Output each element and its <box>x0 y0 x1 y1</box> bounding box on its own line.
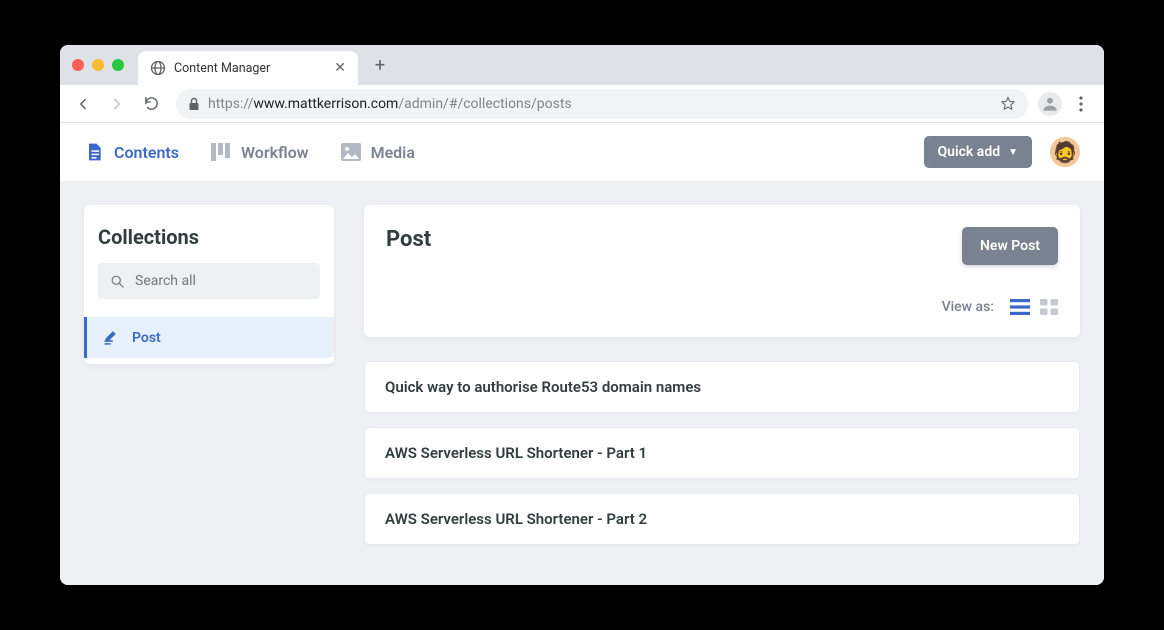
browser-tabbar: Content Manager ✕ + <box>60 45 1104 85</box>
collection-list: Post <box>84 317 334 364</box>
list-view-icon[interactable] <box>1010 299 1030 315</box>
back-button[interactable] <box>68 89 98 119</box>
image-icon <box>341 143 361 161</box>
search-input[interactable] <box>135 273 313 289</box>
post-item[interactable]: AWS Serverless URL Shortener - Part 2 <box>364 493 1080 545</box>
reload-button[interactable] <box>136 89 166 119</box>
grid-view-icon[interactable] <box>1040 299 1058 315</box>
app-body: Collections Post Post <box>60 181 1104 585</box>
profile-avatar[interactable] <box>1038 92 1062 116</box>
card-header: Post New Post <box>386 227 1058 265</box>
new-post-button[interactable]: New Post <box>962 227 1058 265</box>
search-icon <box>110 274 125 289</box>
columns-icon <box>211 143 231 161</box>
post-title: Quick way to authorise Route53 domain na… <box>385 378 701 396</box>
nav-label: Media <box>371 143 415 162</box>
sidebar: Collections Post <box>84 205 334 364</box>
browser-tab[interactable]: Content Manager ✕ <box>138 51 358 85</box>
content-card: Post New Post View as: <box>364 205 1080 337</box>
tab-title: Content Manager <box>174 61 326 76</box>
browser-menu-button[interactable] <box>1066 96 1096 112</box>
sidebar-header: Collections <box>84 205 334 263</box>
main-content: Post New Post View as: <box>364 205 1080 561</box>
chevron-down-icon: ▼ <box>1008 147 1018 158</box>
post-item[interactable]: AWS Serverless URL Shortener - Part 1 <box>364 427 1080 479</box>
search-box[interactable] <box>98 263 320 299</box>
browser-window: Content Manager ✕ + https://www.mattkerr… <box>60 45 1104 585</box>
window-close-button[interactable] <box>72 59 84 71</box>
post-list: Quick way to authorise Route53 domain na… <box>364 361 1080 545</box>
collection-item-label: Post <box>132 330 161 346</box>
quick-add-label: Quick add <box>938 144 1001 160</box>
edit-icon <box>103 329 120 346</box>
document-icon <box>84 142 104 162</box>
quick-add-button[interactable]: Quick add ▼ <box>924 136 1032 168</box>
view-controls: View as: <box>386 299 1058 315</box>
app-nav: Contents Workflow Media <box>84 142 924 162</box>
sidebar-title: Collections <box>98 225 320 249</box>
post-title: AWS Serverless URL Shortener - Part 1 <box>385 444 647 462</box>
view-as-label: View as: <box>942 299 994 315</box>
app-header: Contents Workflow Media Quick add ▼ 🧔 <box>60 123 1104 181</box>
collection-item-post[interactable]: Post <box>84 317 334 358</box>
post-title: AWS Serverless URL Shortener - Part 2 <box>385 510 647 528</box>
url-text: https://www.mattkerrison.com/admin/#/col… <box>208 96 992 112</box>
globe-icon <box>150 60 166 76</box>
window-maximize-button[interactable] <box>112 59 124 71</box>
new-tab-button[interactable]: + <box>366 51 394 79</box>
page-title: Post <box>386 227 431 252</box>
url-bar[interactable]: https://www.mattkerrison.com/admin/#/col… <box>176 89 1028 119</box>
bookmark-star-icon[interactable] <box>1000 96 1016 112</box>
post-item[interactable]: Quick way to authorise Route53 domain na… <box>364 361 1080 413</box>
user-avatar[interactable]: 🧔 <box>1050 137 1080 167</box>
traffic-lights <box>72 59 124 71</box>
nav-workflow[interactable]: Workflow <box>211 142 309 162</box>
tab-close-icon[interactable]: ✕ <box>334 60 346 76</box>
nav-contents[interactable]: Contents <box>84 142 179 162</box>
browser-toolbar: https://www.mattkerrison.com/admin/#/col… <box>60 85 1104 123</box>
nav-media[interactable]: Media <box>341 142 415 162</box>
window-minimize-button[interactable] <box>92 59 104 71</box>
lock-icon <box>188 97 200 111</box>
nav-label: Workflow <box>241 143 309 162</box>
forward-button[interactable] <box>102 89 132 119</box>
nav-label: Contents <box>114 143 179 162</box>
